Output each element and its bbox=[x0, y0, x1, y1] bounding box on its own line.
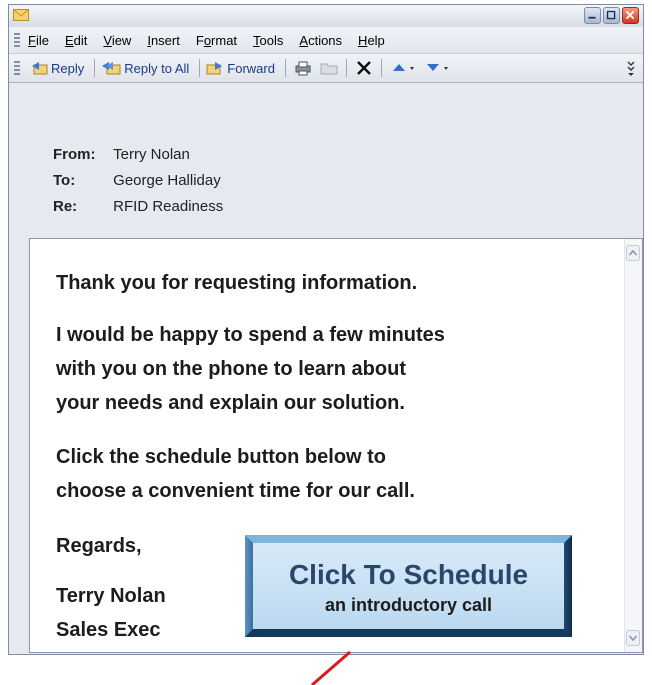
pointer-arrow-line bbox=[311, 650, 351, 685]
